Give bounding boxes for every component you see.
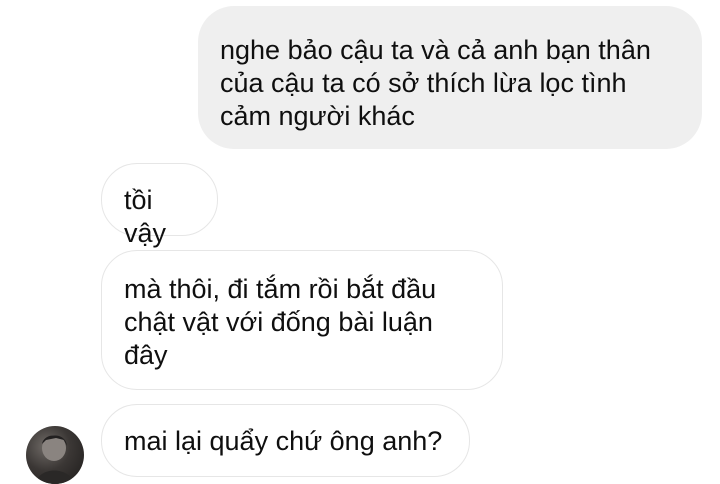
- message-text: nghe bảo cậu ta và cả anh bạn thân của c…: [220, 35, 651, 131]
- contact-avatar[interactable]: [26, 426, 84, 484]
- received-message-bubble[interactable]: mà thôi, đi tắm rồi bắt đầu chật vật với…: [101, 250, 503, 390]
- received-message-bubble[interactable]: tồi vậy: [101, 163, 218, 248]
- message-text: mai lại quẩy chứ ông anh?: [124, 426, 443, 456]
- avatar-photo: [36, 435, 74, 484]
- sent-message-bubble[interactable]: nghe bảo cậu ta và cả anh bạn thân của c…: [198, 6, 702, 149]
- message-text: mà thôi, đi tắm rồi bắt đầu chật vật với…: [124, 274, 437, 370]
- received-message-bubble[interactable]: mai lại quẩy chứ ông anh?: [101, 404, 470, 477]
- chat-thread: nghe bảo cậu ta và cả anh bạn thân của c…: [0, 0, 720, 484]
- message-text: tồi vậy: [124, 185, 167, 248]
